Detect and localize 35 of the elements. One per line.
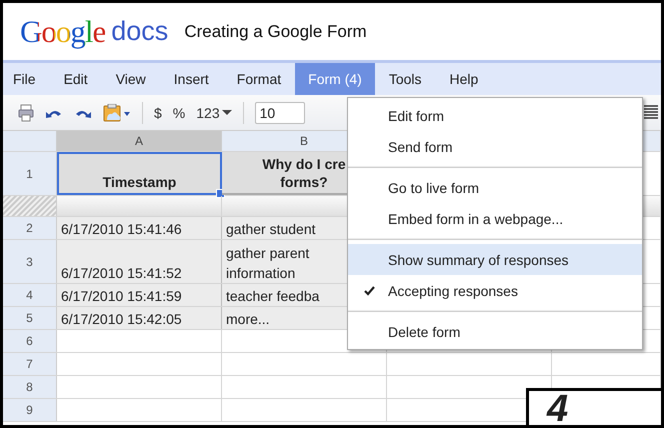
menu-item[interactable]: File (8, 63, 50, 95)
menu-item[interactable]: View (102, 63, 160, 95)
table-cell: 6/17/2010 15:42:05 (57, 307, 222, 329)
row-number[interactable]: 6 (3, 330, 57, 352)
paste-icon[interactable] (103, 104, 131, 122)
row-number[interactable]: 3 (3, 240, 57, 283)
menu-item[interactable]: Help (436, 63, 492, 95)
menu-item[interactable]: Insert (160, 63, 223, 95)
logo-product-name: docs (111, 16, 168, 47)
row-number[interactable]: 2 (3, 217, 57, 239)
column-header[interactable]: A (57, 131, 222, 151)
row-number[interactable]: 7 (3, 353, 57, 375)
table-cell: 6/17/2010 15:41:52 (57, 240, 222, 283)
print-icon[interactable] (18, 104, 34, 122)
align-icon[interactable] (644, 104, 658, 122)
document-title: Creating a Google Form (184, 22, 367, 42)
row-number[interactable]: 1 (3, 152, 57, 195)
font-size-field[interactable]: 10 (254, 102, 305, 124)
row-number[interactable]: 8 (3, 376, 57, 398)
row-number[interactable]: 4 (3, 284, 57, 306)
menu-item[interactable]: Tools (374, 63, 436, 95)
number-format-button[interactable]: 123 (196, 104, 232, 120)
row-number[interactable]: 5 (3, 307, 57, 329)
header-cell: Timestamp (57, 152, 222, 195)
row-number[interactable]: 9 (3, 399, 57, 421)
currency-button[interactable]: $ (154, 104, 162, 120)
table-cell: 6/17/2010 15:41:46 (57, 217, 222, 239)
percent-button[interactable]: % (172, 104, 186, 120)
table-cell: 6/17/2010 15:41:59 (57, 284, 222, 306)
menu-item[interactable]: Edit form (348, 100, 642, 131)
menu-item[interactable]: Show summary of responses (348, 244, 642, 275)
menu-item[interactable]: Edit (50, 63, 102, 95)
step-number: 4 (526, 388, 661, 425)
menu-item[interactable]: Format (222, 63, 296, 95)
frozen-bar-handle[interactable] (3, 196, 57, 216)
